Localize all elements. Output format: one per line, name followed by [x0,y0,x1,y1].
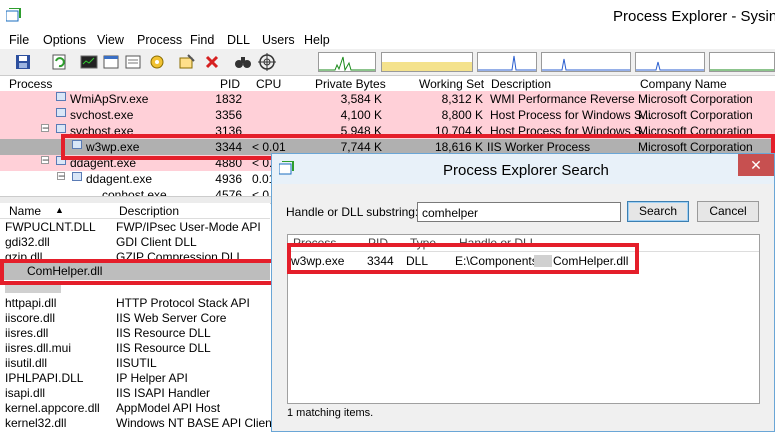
process-row[interactable]: svchost.exe 3356 4,100 K 8,800 K Host Pr… [0,107,775,123]
collapse-toggle[interactable]: − [41,155,49,166]
col-dll-name[interactable]: Name [9,204,41,218]
process-icon [72,172,82,181]
process-row[interactable]: − ddagent.exe 4936 0.01 [0,171,271,187]
save-icon[interactable] [14,53,32,71]
dll-row[interactable]: isapi.dll IIS ISAPI Handler [0,386,270,401]
window-title: Process Explorer - Sysinte [613,8,775,25]
col-dll-description[interactable]: Description [119,204,179,218]
title-bar: Process Explorer - Sysinte [0,0,775,30]
dll-row[interactable]: IPHLPAPI.DLL IP Helper API [0,371,270,386]
process-icon [56,92,66,101]
menu-process[interactable]: Process [137,33,182,47]
dll-row[interactable]: kernel32.dll Windows NT BASE API Client D [0,416,287,431]
app-icon [278,160,295,178]
menu-dll[interactable]: DLL [227,33,250,47]
network-graph[interactable] [541,52,631,72]
results-list: Process PID Type Handle or DLL w3wp.exe … [287,234,760,404]
settings-icon[interactable] [148,53,166,71]
dll-table-header: Name ▲ Description [0,203,270,219]
properties-icon[interactable] [124,53,142,71]
col-pid[interactable]: PID [220,77,240,91]
menu-bar: File Options View Process Find DLL Users… [0,31,775,49]
dll-row[interactable]: iisutil.dll IISUTIL [0,356,270,371]
memory-graph[interactable] [381,52,473,72]
highlight-comhelper-dll [0,259,276,285]
search-dialog: Process Explorer Search ✕ Handle or DLL … [271,153,775,432]
toolbar [0,49,775,76]
process-icon [56,124,66,133]
menu-view[interactable]: View [97,33,124,47]
cpu-graph[interactable] [318,52,376,72]
dll-row[interactable]: gdi32.dll GDI Client DLL [0,235,270,250]
search-button[interactable]: Search [627,201,689,222]
dll-row[interactable]: FWPUCLNT.DLL FWP/IPsec User-Mode API [0,220,270,235]
menu-file[interactable]: File [9,33,29,47]
status-text: 1 matching items. [287,407,374,419]
col-private-bytes[interactable]: Private Bytes [315,77,386,91]
redacted-block [5,285,61,293]
dll-row[interactable]: iisres.dll.mui IIS Resource DLL [0,341,270,356]
highlight-search-result [287,243,639,274]
dialog-title-bar: Process Explorer Search ✕ [272,154,774,184]
collapse-toggle[interactable]: − [57,171,65,182]
menu-help[interactable]: Help [304,33,330,47]
gpu-graph[interactable] [709,52,775,72]
col-description[interactable]: Description [491,77,551,91]
io-graph[interactable] [477,52,537,72]
dll-row[interactable]: iisres.dll IIS Resource DLL [0,326,270,341]
close-icon[interactable]: ✕ [738,154,774,176]
window-icon[interactable] [102,53,120,71]
process-row[interactable]: conhost.exe 4576 < 0.01 [0,187,271,196]
dialog-title: Process Explorer Search [443,162,609,179]
col-working-set[interactable]: Working Set [419,77,484,91]
disk-graph[interactable] [635,52,705,72]
menu-find[interactable]: Find [190,33,214,47]
dll-row[interactable]: kernel.appcore.dll AppModel API Host [0,401,270,416]
collapse-toggle[interactable]: − [41,122,49,134]
menu-options[interactable]: Options [43,33,86,47]
dll-row[interactable]: gzip.dll GZIP Compression DLL [0,250,270,259]
kill-icon[interactable] [203,53,221,71]
sort-up-icon: ▲ [55,205,64,215]
refresh-icon[interactable] [50,53,68,71]
col-company-name[interactable]: Company Name [640,77,727,91]
search-input[interactable]: comhelper [417,202,621,222]
process-table-header: Process PID CPU Private Bytes Working Se… [0,76,775,92]
search-field-label: Handle or DLL substring: [286,205,419,219]
menu-users[interactable]: Users [262,33,295,47]
col-cpu[interactable]: CPU [256,77,281,91]
dll-row[interactable]: httpapi.dll HTTP Protocol Stack API [0,296,270,311]
col-process[interactable]: Process [9,77,52,91]
target-icon[interactable] [258,53,276,71]
dll-row[interactable]: iiscore.dll IIS Web Server Core [0,311,270,326]
system-info-icon[interactable] [80,53,98,71]
process-icon [56,108,66,117]
cancel-button[interactable]: Cancel [697,201,759,222]
properties-icon[interactable] [178,53,196,71]
app-icon [5,7,22,22]
process-row[interactable]: WmiApSrv.exe 1832 3,584 K 8,312 K WMI Pe… [0,91,775,107]
dll-row[interactable] [0,284,270,294]
find-icon[interactable] [234,53,252,71]
